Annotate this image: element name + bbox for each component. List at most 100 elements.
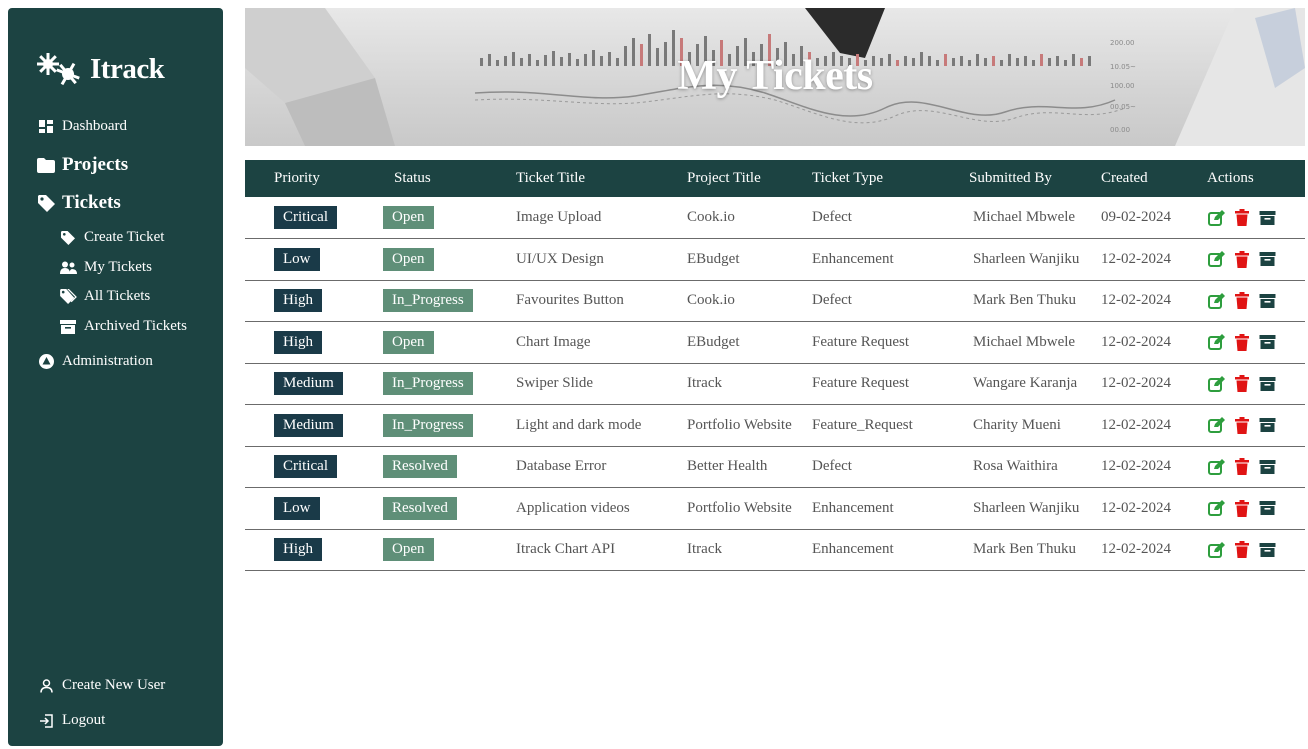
archive-icon[interactable] — [1259, 210, 1276, 225]
ticket-type-cell: Feature Request — [812, 363, 969, 405]
table-header-row: Priority Status Ticket Title Project Tit… — [245, 160, 1305, 197]
tag-icon — [58, 230, 78, 245]
edit-icon[interactable] — [1208, 292, 1225, 309]
ticket-title-cell[interactable]: Swiper Slide — [516, 363, 687, 405]
priority-badge: Low — [274, 496, 320, 520]
status-badge: Open — [383, 247, 434, 271]
trash-icon[interactable] — [1235, 416, 1249, 434]
ticket-title-cell[interactable]: Light and dark mode — [516, 404, 687, 447]
project-title-cell: Better Health — [687, 446, 812, 488]
project-title-cell: EBudget — [687, 238, 812, 281]
archive-icon[interactable] — [1259, 418, 1276, 433]
ticket-title-cell[interactable]: Application videos — [516, 487, 687, 530]
column-header-project-title[interactable]: Project Title — [687, 160, 812, 197]
trash-icon[interactable] — [1235, 458, 1249, 476]
submitted-by-cell: Mark Ben Thuku — [969, 280, 1101, 322]
row-actions — [1204, 250, 1305, 268]
created-cell: 09-02-2024 — [1101, 197, 1204, 239]
edit-icon[interactable] — [1208, 209, 1225, 226]
submitted-by-cell: Charity Mueni — [969, 404, 1101, 447]
archive-icon[interactable] — [1259, 293, 1276, 308]
row-actions — [1204, 209, 1305, 226]
status-badge: Open — [383, 330, 434, 354]
archive-icon[interactable] — [1259, 252, 1276, 267]
row-actions — [1204, 333, 1305, 351]
ticket-title-cell[interactable]: Itrack Chart API — [516, 529, 687, 571]
priority-badge: High — [274, 330, 322, 354]
column-header-priority[interactable]: Priority — [245, 160, 383, 197]
svg-text:200.00: 200.00 — [1110, 39, 1135, 47]
priority-badge: High — [274, 289, 322, 313]
submitted-by-cell: Sharleen Wanjiku — [969, 238, 1101, 281]
archive-icon — [58, 319, 78, 334]
sidebar-item-archived-tickets[interactable]: Archived Tickets — [58, 318, 187, 335]
edit-icon[interactable] — [1208, 334, 1225, 351]
trash-icon[interactable] — [1235, 292, 1249, 310]
bug-logo-icon — [36, 52, 84, 86]
row-actions — [1204, 375, 1305, 393]
trash-icon[interactable] — [1235, 209, 1249, 226]
column-header-created[interactable]: Created — [1101, 160, 1204, 197]
edit-icon[interactable] — [1208, 251, 1225, 268]
submitted-by-cell: Michael Mbwele — [969, 321, 1101, 364]
sidebar-item-label: Archived Tickets — [84, 318, 187, 334]
sidebar-item-administration[interactable]: Administration — [36, 353, 153, 370]
sidebar-item-label: Projects — [62, 154, 129, 175]
sidebar-footer-label: Create New User — [62, 677, 166, 693]
sidebar-item-projects[interactable]: Projects — [36, 154, 128, 176]
ticket-type-cell: Defect — [812, 280, 969, 322]
logout-link[interactable]: Logout — [36, 712, 105, 729]
sidebar-item-create-ticket[interactable]: Create Ticket — [58, 229, 164, 246]
brand[interactable]: Itrack — [36, 52, 165, 86]
edit-icon[interactable] — [1208, 541, 1225, 558]
edit-icon[interactable] — [1208, 417, 1225, 434]
ticket-type-cell: Enhancement — [812, 238, 969, 281]
status-badge: In_Progress — [383, 289, 473, 313]
ticket-title-cell[interactable]: Favourites Button — [516, 280, 687, 322]
ticket-type-cell: Enhancement — [812, 487, 969, 530]
edit-icon[interactable] — [1208, 375, 1225, 392]
status-badge: In_Progress — [383, 372, 473, 396]
ticket-type-cell: Defect — [812, 197, 969, 239]
archive-icon[interactable] — [1259, 376, 1276, 391]
edit-icon[interactable] — [1208, 500, 1225, 517]
archive-icon[interactable] — [1259, 459, 1276, 474]
ticket-title-cell[interactable]: Database Error — [516, 446, 687, 488]
edit-icon[interactable] — [1208, 458, 1225, 475]
logout-icon — [36, 713, 56, 728]
admin-icon — [36, 354, 56, 369]
row-actions — [1204, 292, 1305, 310]
column-header-status[interactable]: Status — [383, 160, 516, 197]
svg-text:00.05~: 00.05~ — [1110, 103, 1136, 111]
trash-icon[interactable] — [1235, 333, 1249, 351]
column-header-ticket-title[interactable]: Ticket Title — [516, 160, 687, 197]
created-cell: 12-02-2024 — [1101, 280, 1204, 322]
archive-icon[interactable] — [1259, 501, 1276, 516]
ticket-title-cell[interactable]: Chart Image — [516, 321, 687, 364]
row-actions — [1204, 499, 1305, 517]
created-cell: 12-02-2024 — [1101, 363, 1204, 405]
sidebar-item-tickets[interactable]: Tickets — [36, 192, 121, 214]
status-badge: Open — [383, 206, 434, 229]
archive-icon[interactable] — [1259, 542, 1276, 557]
project-title-cell: Cook.io — [687, 197, 812, 239]
create-new-user-link[interactable]: Create New User — [36, 677, 165, 694]
trash-icon[interactable] — [1235, 499, 1249, 517]
priority-badge: Critical — [274, 455, 337, 479]
ticket-title-cell[interactable]: Image Upload — [516, 197, 687, 239]
priority-badge: Medium — [274, 372, 343, 396]
archive-icon[interactable] — [1259, 335, 1276, 350]
column-header-submitted-by[interactable]: Submitted By — [969, 160, 1101, 197]
sidebar-item-dashboard[interactable]: Dashboard — [36, 118, 127, 135]
ticket-title-cell[interactable]: UI/UX Design — [516, 238, 687, 281]
project-title-cell: EBudget — [687, 321, 812, 364]
sidebar-item-all-tickets[interactable]: All Tickets — [58, 288, 150, 305]
submitted-by-cell: Sharleen Wanjiku — [969, 487, 1101, 530]
trash-icon[interactable] — [1235, 250, 1249, 268]
status-badge: In_Progress — [383, 413, 473, 437]
sidebar: Itrack Dashboard Projects Tickets Create… — [8, 8, 223, 746]
sidebar-item-my-tickets[interactable]: My Tickets — [58, 259, 152, 276]
trash-icon[interactable] — [1235, 375, 1249, 393]
column-header-ticket-type[interactable]: Ticket Type — [812, 160, 969, 197]
trash-icon[interactable] — [1235, 541, 1249, 559]
